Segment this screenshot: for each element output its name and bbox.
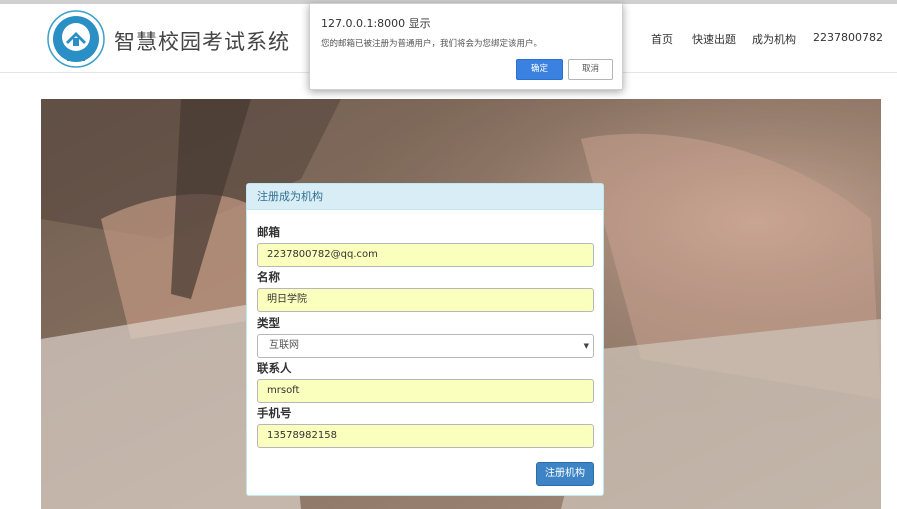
- site-brand-title: 智慧校园考试系统: [114, 30, 290, 54]
- email-value: 2237800782@qq.com: [267, 249, 378, 260]
- nav-link-become-org[interactable]: 成为机构: [752, 31, 796, 47]
- email-label: 邮箱: [257, 225, 280, 239]
- dialog-title: 127.0.0.1:8000 显示: [321, 17, 431, 30]
- phone-field[interactable]: 13578982158: [257, 424, 594, 448]
- phone-label: 手机号: [257, 406, 292, 420]
- dialog-cancel-button[interactable]: 取消: [568, 59, 613, 80]
- name-label: 名称: [257, 270, 280, 284]
- browser-alert-dialog: 127.0.0.1:8000 显示 您的邮箱已被注册为普通用户，我们将会为您绑定…: [309, 3, 623, 90]
- dialog-ok-button[interactable]: 确定: [516, 59, 563, 80]
- panel-heading: 注册成为机构: [247, 184, 603, 210]
- register-org-panel: 注册成为机构 邮箱 2237800782@qq.com 名称 明日学院 类型 互…: [246, 183, 604, 496]
- nav-link-home[interactable]: 首页: [651, 31, 673, 47]
- name-field[interactable]: 明日学院: [257, 288, 594, 312]
- register-org-button[interactable]: 注册机构: [536, 462, 594, 486]
- type-select[interactable]: 互联网 ▼: [257, 334, 594, 358]
- type-label: 类型: [257, 316, 280, 330]
- phone-value: 13578982158: [267, 430, 337, 441]
- name-value: 明日学院: [267, 294, 307, 305]
- school-logo-icon: [47, 10, 105, 68]
- email-field[interactable]: 2237800782@qq.com: [257, 243, 594, 267]
- contact-field[interactable]: mrsoft: [257, 379, 594, 403]
- nav-link-quick-question[interactable]: 快速出题: [692, 31, 736, 47]
- contact-label: 联系人: [257, 361, 292, 375]
- nav-link-user-account[interactable]: 2237800782: [813, 31, 883, 44]
- contact-value: mrsoft: [267, 385, 300, 396]
- type-value: 互联网: [269, 340, 299, 351]
- chevron-down-icon: ▼: [583, 342, 589, 350]
- dialog-message: 您的邮箱已被注册为普通用户，我们将会为您绑定该用户。: [321, 39, 543, 49]
